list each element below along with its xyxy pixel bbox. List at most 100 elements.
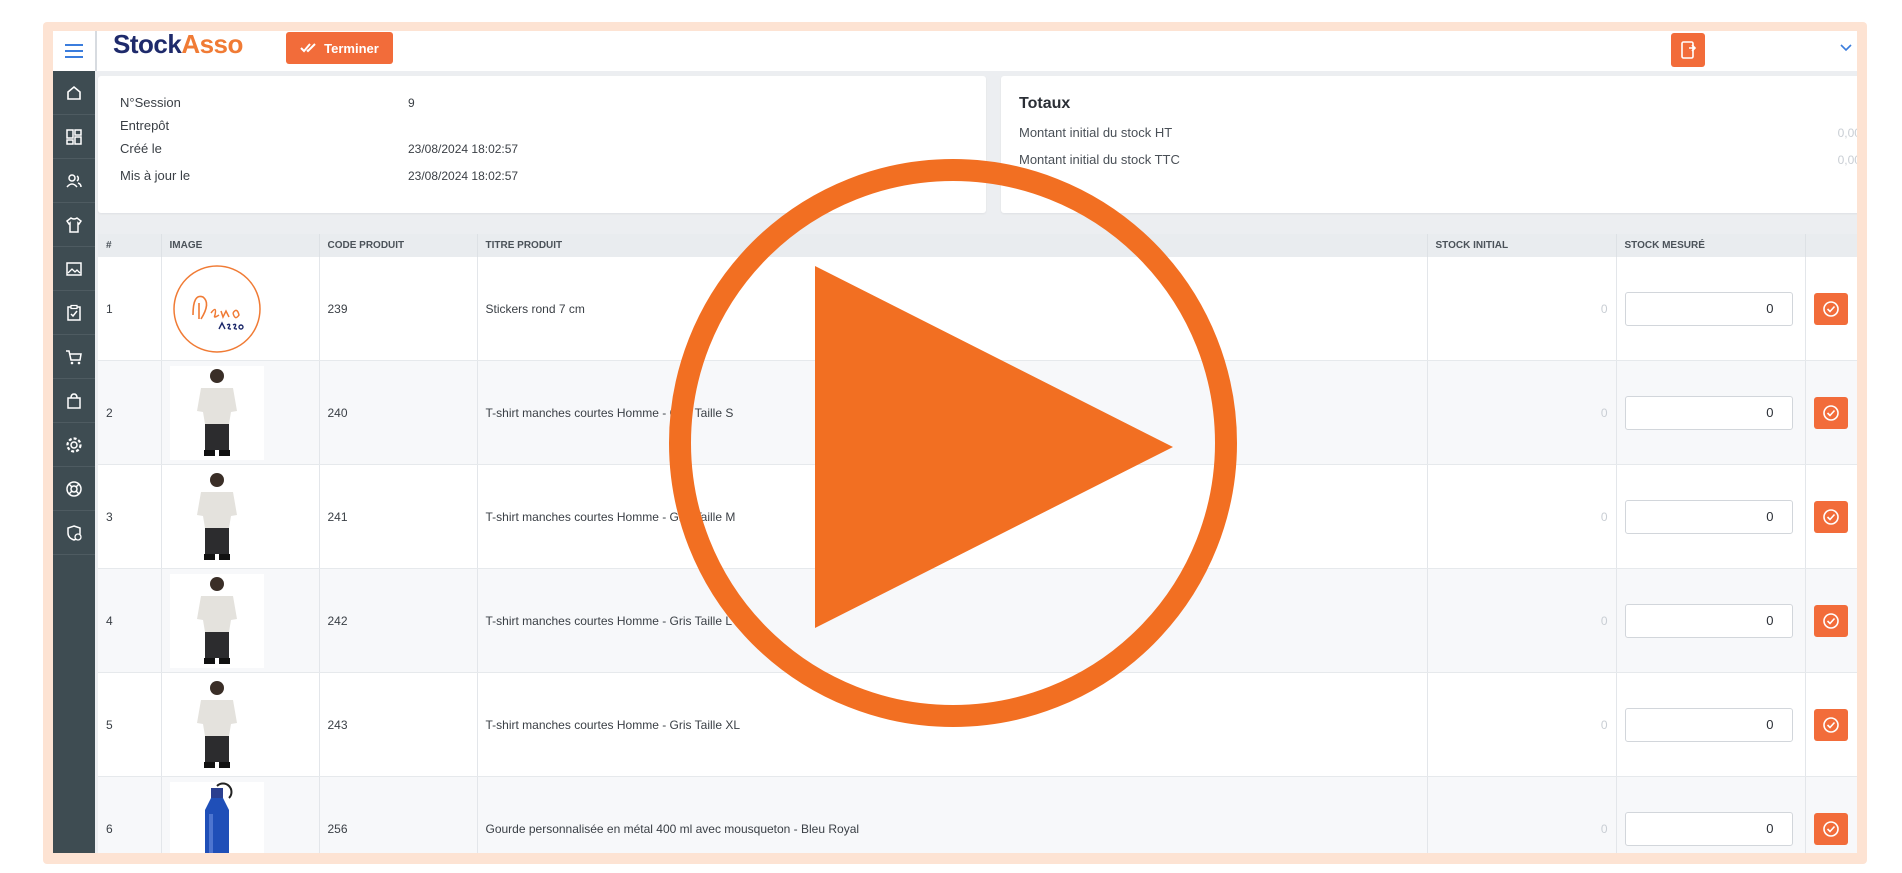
tshirt-icon: [65, 216, 83, 233]
home-icon: [67, 85, 81, 100]
action-cell: [1805, 776, 1857, 853]
measured-stock-input[interactable]: [1624, 707, 1793, 742]
row-number: 5: [98, 672, 162, 777]
menu-toggle-button[interactable]: [53, 31, 97, 71]
sidebar-item-security[interactable]: [53, 511, 95, 555]
measured-stock-cell: [1616, 257, 1806, 361]
action-cell: [1805, 672, 1857, 777]
header-initial-stock: STOCK INITIAL: [1427, 234, 1617, 257]
sidebar-item-orders[interactable]: [53, 335, 95, 379]
validate-button[interactable]: [1813, 292, 1848, 325]
sidebar-item-settings[interactable]: [53, 423, 95, 467]
product-image-cell: [161, 257, 320, 361]
header-measured-stock: STOCK MESURÉ: [1616, 234, 1806, 257]
warehouse-label: Entrepôt: [120, 118, 170, 133]
tshirt-model-image: [169, 573, 264, 668]
app-logo[interactable]: StockAsso: [113, 31, 243, 60]
logo-part-2: Asso: [181, 31, 243, 59]
product-code: 242: [319, 568, 478, 673]
sidebar-item-gallery[interactable]: [53, 247, 95, 291]
row-number: 6: [98, 776, 162, 853]
settings-icon: [66, 436, 82, 453]
product-image-cell: [161, 360, 320, 465]
initial-stock: 0: [1427, 464, 1617, 569]
product-image-cell: [161, 568, 320, 673]
validate-button[interactable]: [1813, 708, 1848, 741]
sidebar-item-products[interactable]: [53, 203, 95, 247]
product-image-cell: [161, 776, 320, 853]
action-cell: [1805, 257, 1857, 361]
tshirt-model-image: [169, 677, 264, 772]
check-circle-icon: [1822, 612, 1839, 629]
measured-stock-input[interactable]: [1624, 291, 1793, 326]
sidebar-item-shop[interactable]: [53, 379, 95, 423]
product-code: 239: [319, 257, 478, 361]
header-image: IMAGE: [161, 234, 320, 257]
top-bar: StockAsso Terminer: [53, 31, 1857, 71]
action-cell: [1805, 360, 1857, 465]
session-number-value: 9: [408, 96, 415, 110]
measured-stock-input[interactable]: [1624, 395, 1793, 430]
created-value: 23/08/2024 18:02:57: [408, 142, 519, 156]
user-menu-chevron-icon[interactable]: [1838, 39, 1854, 55]
play-triangle-icon: [815, 266, 1173, 628]
created-label: Créé le: [120, 141, 162, 156]
product-code: 240: [319, 360, 478, 465]
shopping-bag-icon: [67, 392, 81, 409]
measured-stock-cell: [1616, 776, 1806, 853]
export-file-icon: [1681, 41, 1697, 59]
tshirt-model-image: [169, 469, 264, 564]
measured-stock-input[interactable]: [1624, 811, 1793, 846]
double-check-icon: [300, 43, 316, 53]
support-icon: [66, 480, 82, 497]
sidebar-item-home[interactable]: [53, 71, 95, 115]
check-circle-icon: [1822, 404, 1839, 421]
terminer-label: Terminer: [324, 40, 379, 56]
check-circle-icon: [1822, 508, 1839, 525]
demo-asso-logo-image: [169, 261, 264, 356]
header-product-code: CODE PRODUIT: [319, 234, 478, 257]
measured-stock-cell: [1616, 568, 1806, 673]
hamburger-icon: [65, 44, 83, 58]
video-play-button[interactable]: [668, 158, 1238, 728]
table-row: 6 256 Gourde personnalisée en métal 400 …: [98, 776, 1857, 853]
validate-button[interactable]: [1813, 396, 1848, 429]
cart-icon: [66, 349, 82, 364]
sidebar-item-inventory[interactable]: [53, 291, 95, 335]
product-code: 243: [319, 672, 478, 777]
measured-stock-input[interactable]: [1624, 603, 1793, 638]
users-icon: [66, 173, 82, 188]
sidebar-item-dashboard[interactable]: [53, 115, 95, 159]
session-number-label: N°Session: [120, 95, 181, 110]
product-image-cell: [161, 464, 320, 569]
initial-stock: 0: [1427, 776, 1617, 853]
updated-label: Mis à jour le: [120, 168, 191, 183]
totals-title: Totaux: [1019, 95, 1071, 112]
action-cell: [1805, 568, 1857, 673]
product-code: 256: [319, 776, 478, 853]
action-cell: [1805, 464, 1857, 569]
sidebar-item-support[interactable]: [53, 467, 95, 511]
product-title: Gourde personnalisée en métal 400 ml ave…: [477, 776, 1428, 853]
header-number: #: [98, 234, 162, 257]
measured-stock-cell: [1616, 360, 1806, 465]
validate-button[interactable]: [1813, 812, 1848, 845]
terminer-button[interactable]: Terminer: [286, 32, 393, 64]
export-button[interactable]: [1671, 33, 1705, 67]
row-number: 1: [98, 257, 162, 361]
initial-stock: 0: [1427, 568, 1617, 673]
validate-button[interactable]: [1813, 500, 1848, 533]
header-actions: [1805, 234, 1857, 257]
logo-part-1: Stock: [113, 31, 182, 59]
clipboard-check-icon: [67, 304, 81, 321]
check-circle-icon: [1822, 716, 1839, 733]
measured-stock-cell: [1616, 464, 1806, 569]
initial-stock: 0: [1427, 360, 1617, 465]
row-number: 3: [98, 464, 162, 569]
row-number: 4: [98, 568, 162, 673]
measured-stock-input[interactable]: [1624, 499, 1793, 534]
validate-button[interactable]: [1813, 604, 1848, 637]
gallery-icon: [66, 261, 82, 276]
sidebar: [53, 71, 95, 853]
sidebar-item-users[interactable]: [53, 159, 95, 203]
